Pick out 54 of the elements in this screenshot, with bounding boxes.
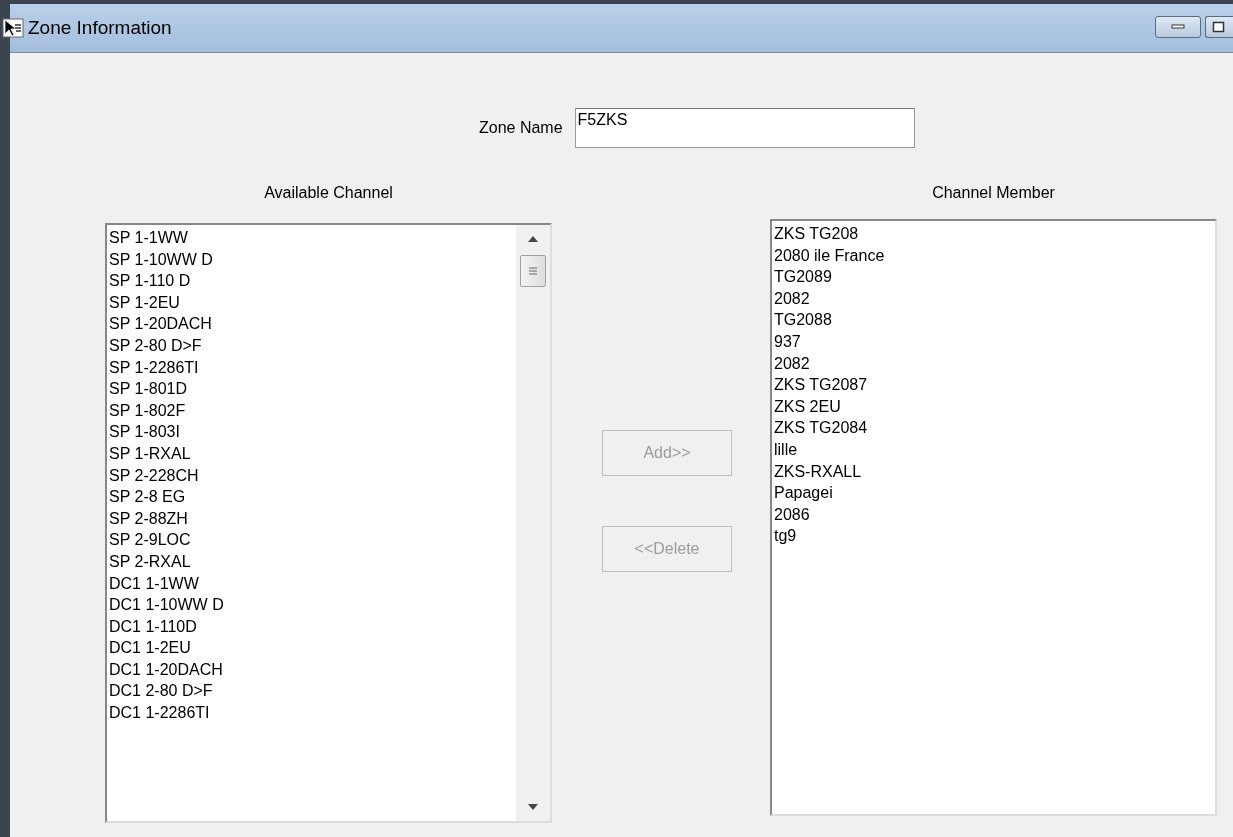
minimize-button[interactable]: [1155, 16, 1201, 38]
member-item[interactable]: Papagei: [774, 482, 833, 504]
member-item[interactable]: ZKS-RXALL: [774, 460, 862, 483]
zone-name-field[interactable]: F5ZKS: [574, 108, 915, 148]
available-channel-label: Available Channel: [264, 184, 393, 202]
channel-item[interactable]: SP 2-80 D>F: [109, 334, 202, 357]
channel-item[interactable]: SP 2-88ZH: [109, 507, 188, 530]
member-item[interactable]: TG2088: [774, 309, 832, 331]
member-item[interactable]: 2080 ile France: [774, 244, 885, 267]
channel-member-list[interactable]: ZKS TG208 2080 ile France TG2089 2082 TG2088 937 2082 ZKS TG2087 ZKS 2EU ZKS TG2084 lille ZKS-RXALL Papagei 2086 tg9: [770, 219, 1217, 816]
channel-item[interactable]: DC1 1-1WW: [109, 572, 199, 595]
maximize-icon: [1212, 21, 1226, 33]
window-title: Zone Information: [28, 17, 172, 39]
member-item[interactable]: 2082: [774, 352, 810, 375]
member-item[interactable]: TG2089: [774, 266, 832, 288]
member-item[interactable]: ZKS TG2087: [774, 374, 868, 396]
member-item[interactable]: 937: [774, 330, 801, 353]
channel-item[interactable]: DC1 1-10WW D: [109, 594, 224, 616]
available-channel-list[interactable]: [105, 223, 552, 823]
scroll-up-icon[interactable]: [527, 235, 539, 243]
scrollbar[interactable]: [516, 225, 550, 821]
member-item[interactable]: 2082: [774, 287, 810, 310]
zone-name-label: Zone Name: [479, 119, 563, 137]
maximize-button[interactable]: [1205, 16, 1233, 38]
channel-item[interactable]: DC1 2-80 D>F: [109, 680, 213, 703]
member-item[interactable]: tg9: [774, 525, 797, 547]
channel-item[interactable]: SP 1-803I: [109, 421, 180, 443]
channel-member-label: Channel Member: [932, 184, 1055, 202]
channel-item[interactable]: DC1 1-20DACH: [109, 658, 223, 681]
channel-item[interactable]: SP 1-801D: [109, 378, 187, 400]
channel-item[interactable]: SP 2-9LOC: [109, 529, 191, 551]
channel-item[interactable]: SP 2-228CH: [109, 464, 199, 487]
channel-item[interactable]: SP 1-110 D: [109, 270, 191, 292]
channel-item[interactable]: DC1 1-2286TI: [109, 702, 210, 724]
channel-item[interactable]: SP 1-RXAL: [109, 442, 191, 465]
channel-item[interactable]: DC1 1-110D: [109, 615, 197, 638]
channel-item[interactable]: SP 2-RXAL: [109, 550, 191, 573]
member-item[interactable]: lille: [774, 438, 798, 461]
member-item[interactable]: ZKS 2EU: [774, 395, 841, 418]
member-item[interactable]: ZKS TG2084: [774, 417, 868, 439]
channel-item[interactable]: SP 1-2EU: [109, 291, 180, 314]
scroll-down-icon[interactable]: [527, 803, 539, 811]
channel-item[interactable]: SP 1-802F: [109, 399, 186, 422]
channel-item[interactable]: SP 1-20DACH: [109, 313, 212, 335]
channel-item[interactable]: SP 1-1WW: [109, 227, 188, 249]
app-icon: [2, 17, 24, 39]
channel-item[interactable]: SP 1-10WW D: [109, 248, 213, 271]
channel-item[interactable]: DC1 1-2EU: [109, 637, 191, 659]
channel-item[interactable]: SP 1-2286TI: [109, 356, 199, 379]
minimize-icon: [1171, 24, 1185, 30]
member-item[interactable]: 2086: [774, 503, 810, 526]
channel-item[interactable]: SP 2-8 EG: [109, 486, 186, 508]
member-item[interactable]: ZKS TG208: [774, 223, 859, 245]
scroll-thumb[interactable]: [520, 255, 546, 287]
